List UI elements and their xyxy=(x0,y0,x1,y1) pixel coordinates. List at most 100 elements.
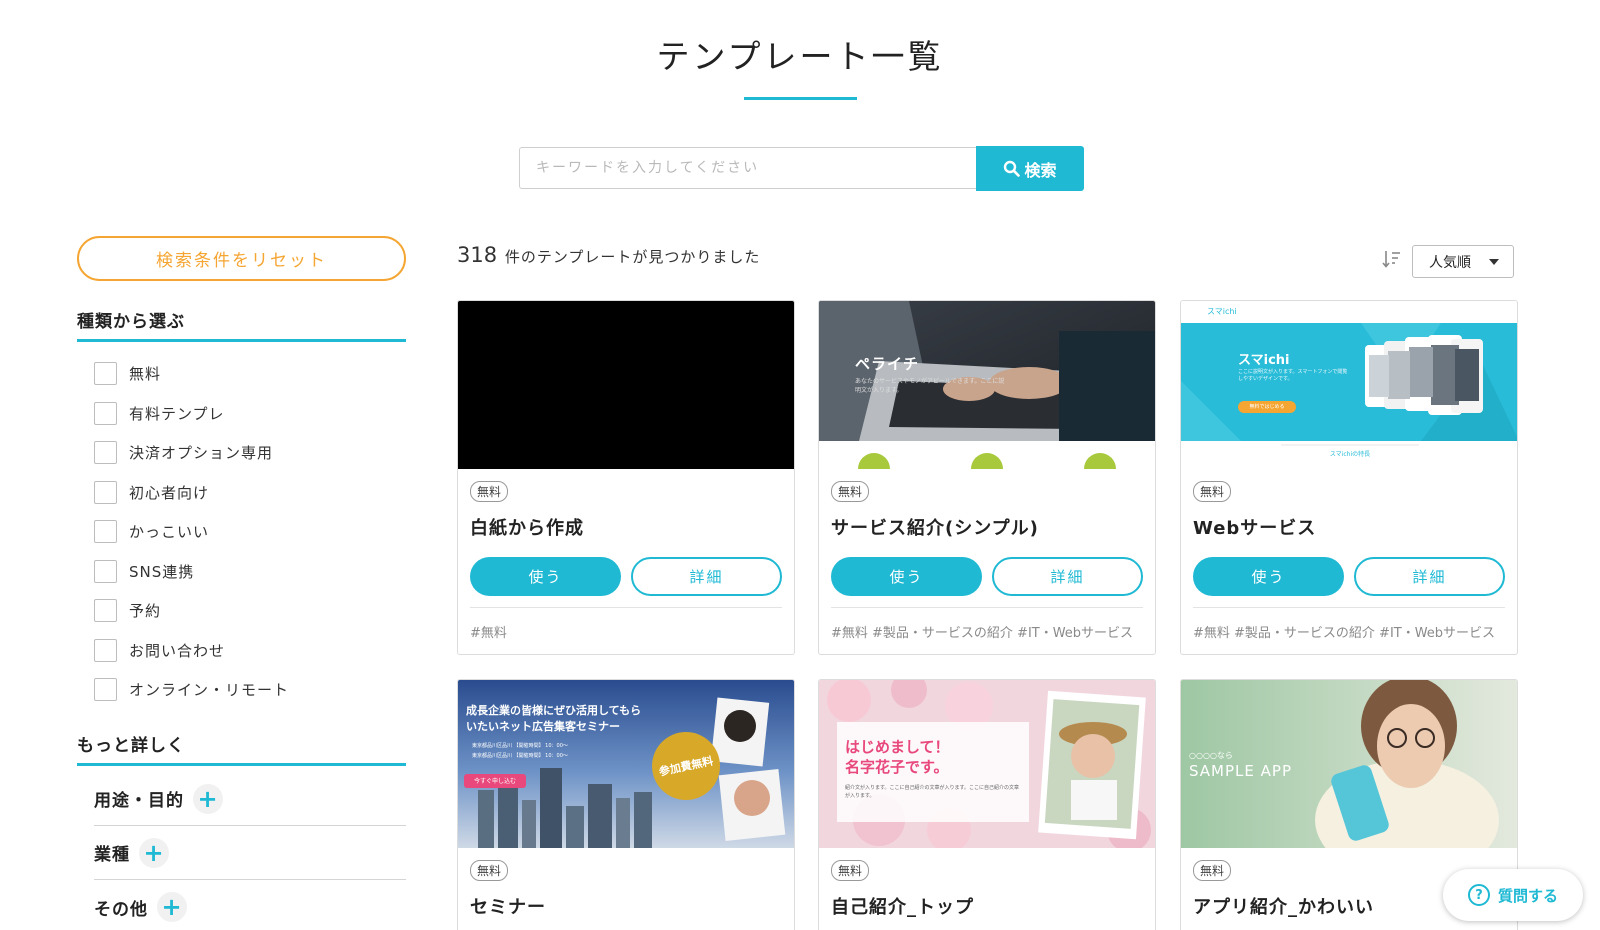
filter-online-remote[interactable]: オンライン・リモート xyxy=(94,670,289,710)
filter-sns[interactable]: SNS連携 xyxy=(94,552,289,592)
accordion-label: 業種 xyxy=(94,845,130,865)
checkbox-label: SNS連携 xyxy=(129,562,195,581)
template-card[interactable]: 無料 白紙から作成 使う 詳細 #無料 xyxy=(457,300,795,655)
checkbox[interactable] xyxy=(94,599,117,623)
template-card[interactable]: 成長企業の皆様にぜひ活用してもら いたいネット広告集客セミナー 東京都品川区品川… xyxy=(457,679,795,930)
search-input[interactable] xyxy=(519,147,976,189)
free-badge: 無料 xyxy=(831,860,870,881)
detail-heading: もっと詳しく xyxy=(77,731,406,766)
card-tags: #無料 xyxy=(470,607,782,641)
free-badge: 無料 xyxy=(1193,481,1232,502)
thumb-heading-2: いたいネット広告集客セミナー xyxy=(466,720,620,733)
checkbox-label: 初心者向け xyxy=(129,483,210,502)
thumb-line-2: 名字花子です。 xyxy=(845,758,949,776)
filter-payment-option[interactable]: 決済オプション専用 xyxy=(94,433,289,473)
search-icon xyxy=(1004,160,1021,177)
title-underline xyxy=(744,97,857,100)
template-thumbnail[interactable]: 成長企業の皆様にぜひ活用してもら いたいネット広告集客セミナー 東京都品川区品川… xyxy=(458,680,794,848)
filter-cool[interactable]: かっこいい xyxy=(94,512,289,552)
card-title: 白紙から作成 xyxy=(470,518,584,539)
checkbox[interactable] xyxy=(94,520,117,544)
thumb-line-1: はじめまして！ xyxy=(845,738,950,756)
help-button[interactable]: ? 質問する xyxy=(1443,869,1583,921)
chevron-down-icon xyxy=(1489,258,1499,265)
thumb-logo: スマichi xyxy=(1207,307,1237,316)
sort-selected: 人気順 xyxy=(1429,254,1471,271)
filter-free[interactable]: 無料 xyxy=(94,354,289,394)
thumb-heading: ペライチ xyxy=(855,355,920,373)
free-badge: 無料 xyxy=(1193,860,1232,881)
search-button[interactable]: 検索 xyxy=(976,146,1084,191)
free-badge: 無料 xyxy=(470,481,509,502)
sort-icon[interactable] xyxy=(1381,248,1403,270)
template-card[interactable]: スマichi スマichi ここに説明文が入ります。スマートフォンで閲覧しやすい… xyxy=(1180,300,1518,655)
checkbox[interactable] xyxy=(94,480,117,504)
accordion-label: 用途・目的 xyxy=(94,791,184,811)
accordion-label: その他 xyxy=(94,899,148,920)
card-tags: #無料 #製品・サービスの紹介 #IT・Webサービス xyxy=(1193,607,1505,641)
checkbox-label: 有料テンプレ xyxy=(129,404,225,423)
use-button[interactable]: 使う xyxy=(1193,557,1344,596)
accordion-purpose[interactable]: 用途・目的 + xyxy=(94,772,406,826)
checkbox[interactable] xyxy=(94,362,117,386)
use-button[interactable]: 使う xyxy=(831,557,982,596)
free-badge: 無料 xyxy=(470,860,509,881)
thumb-footer: スマichiの特長 xyxy=(1329,451,1371,458)
thumb-subtext: ここに説明文が入ります。スマートフォンで閲覧しやすいデザインです。 xyxy=(1238,369,1348,382)
template-thumbnail[interactable]: ペライチ あなたのサービスやモノがアピールできます。ここに説明文が入ります。 xyxy=(819,301,1155,469)
thumb-heading-1: 成長企業の皆様にぜひ活用してもら xyxy=(466,704,642,717)
thumb-info-2: 東京都品川区品川 【開催時間】 10：00～ xyxy=(472,753,568,759)
result-count: 318 件のテンプレートが見つかりました xyxy=(457,243,760,267)
detail-button[interactable]: 詳細 xyxy=(1354,557,1505,596)
template-thumbnail[interactable]: ○○○○なら SAMPLE APP xyxy=(1181,680,1517,848)
help-label: 質問する xyxy=(1497,886,1558,905)
plus-icon[interactable]: + xyxy=(157,892,187,922)
type-heading: 種類から選ぶ xyxy=(77,307,406,342)
filter-reservation[interactable]: 予約 xyxy=(94,591,289,631)
checkbox-label: オンライン・リモート xyxy=(129,681,290,700)
checkbox-label: 決済オプション専用 xyxy=(129,444,274,463)
accordion-industry[interactable]: 業種 + xyxy=(94,826,406,880)
plus-icon[interactable]: + xyxy=(193,783,223,814)
detail-button[interactable]: 詳細 xyxy=(992,557,1143,596)
plus-icon[interactable]: + xyxy=(139,837,169,868)
checkbox-label: かっこいい xyxy=(129,523,210,542)
checkbox-label: お問い合わせ xyxy=(129,641,226,660)
filter-paid-template[interactable]: 有料テンプレ xyxy=(94,394,289,434)
question-icon: ? xyxy=(1467,884,1490,906)
card-title: 自己紹介_トップ xyxy=(831,897,974,918)
checkbox[interactable] xyxy=(94,401,117,425)
template-thumbnail[interactable]: スマichi スマichi ここに説明文が入ります。スマートフォンで閲覧しやすい… xyxy=(1181,301,1517,469)
thumb-subtext: 紹介文が入ります。ここに自己紹介の文章が入ります。ここに自己紹介の文章が入ります… xyxy=(845,785,1020,799)
thumb-small-text: ○○○○なら xyxy=(1189,751,1233,760)
app-mockup-graphic xyxy=(1181,323,1517,469)
thumb-cta: 無料ではじめる xyxy=(1249,404,1285,410)
detail-button[interactable]: 詳細 xyxy=(631,557,782,596)
thumb-info-1: 東京都品川区品川 【開催時間】 10：00～ xyxy=(472,743,568,749)
template-card[interactable]: はじめまして！ 名字花子です。 紹介文が入ります。ここに自己紹介の文章が入ります… xyxy=(818,679,1156,930)
template-thumbnail[interactable] xyxy=(458,301,794,469)
thumb-heading: スマichi xyxy=(1238,353,1290,368)
accordion-other[interactable]: その他 + xyxy=(94,880,406,930)
use-button[interactable]: 使う xyxy=(470,557,621,596)
filter-contact[interactable]: お問い合わせ xyxy=(94,631,289,671)
result-number: 318 xyxy=(457,243,498,267)
checkbox[interactable] xyxy=(94,559,117,583)
card-title: サービス紹介(シンプル) xyxy=(831,518,1039,539)
result-suffix: 件のテンプレートが見つかりました xyxy=(504,248,761,266)
filter-beginner[interactable]: 初心者向け xyxy=(94,473,289,513)
type-filter-list: 無料 有料テンプレ 決済オプション専用 初心者向け かっこいい SNS連携 予約… xyxy=(94,354,289,710)
template-card[interactable]: ペライチ あなたのサービスやモノがアピールできます。ここに説明文が入ります。 無… xyxy=(818,300,1156,655)
thumb-big-text: SAMPLE APP xyxy=(1189,762,1293,780)
checkbox[interactable] xyxy=(94,678,117,702)
thumb-cta: 今すぐ申し込む xyxy=(473,778,516,785)
checkbox[interactable] xyxy=(94,638,117,662)
detail-accordion: 用途・目的 + 業種 + その他 + xyxy=(94,772,406,930)
page-title: テンプレート一覧 xyxy=(656,37,944,76)
template-thumbnail[interactable]: はじめまして！ 名字花子です。 紹介文が入ります。ここに自己紹介の文章が入ります… xyxy=(819,680,1155,848)
checkbox[interactable] xyxy=(94,441,117,465)
search-button-label: 検索 xyxy=(1024,160,1057,180)
sort-select[interactable]: 人気順 xyxy=(1412,245,1514,278)
card-tags: #無料 #製品・サービスの紹介 #IT・Webサービス xyxy=(831,607,1143,641)
reset-filters-button[interactable]: 検索条件をリセット xyxy=(77,236,406,281)
